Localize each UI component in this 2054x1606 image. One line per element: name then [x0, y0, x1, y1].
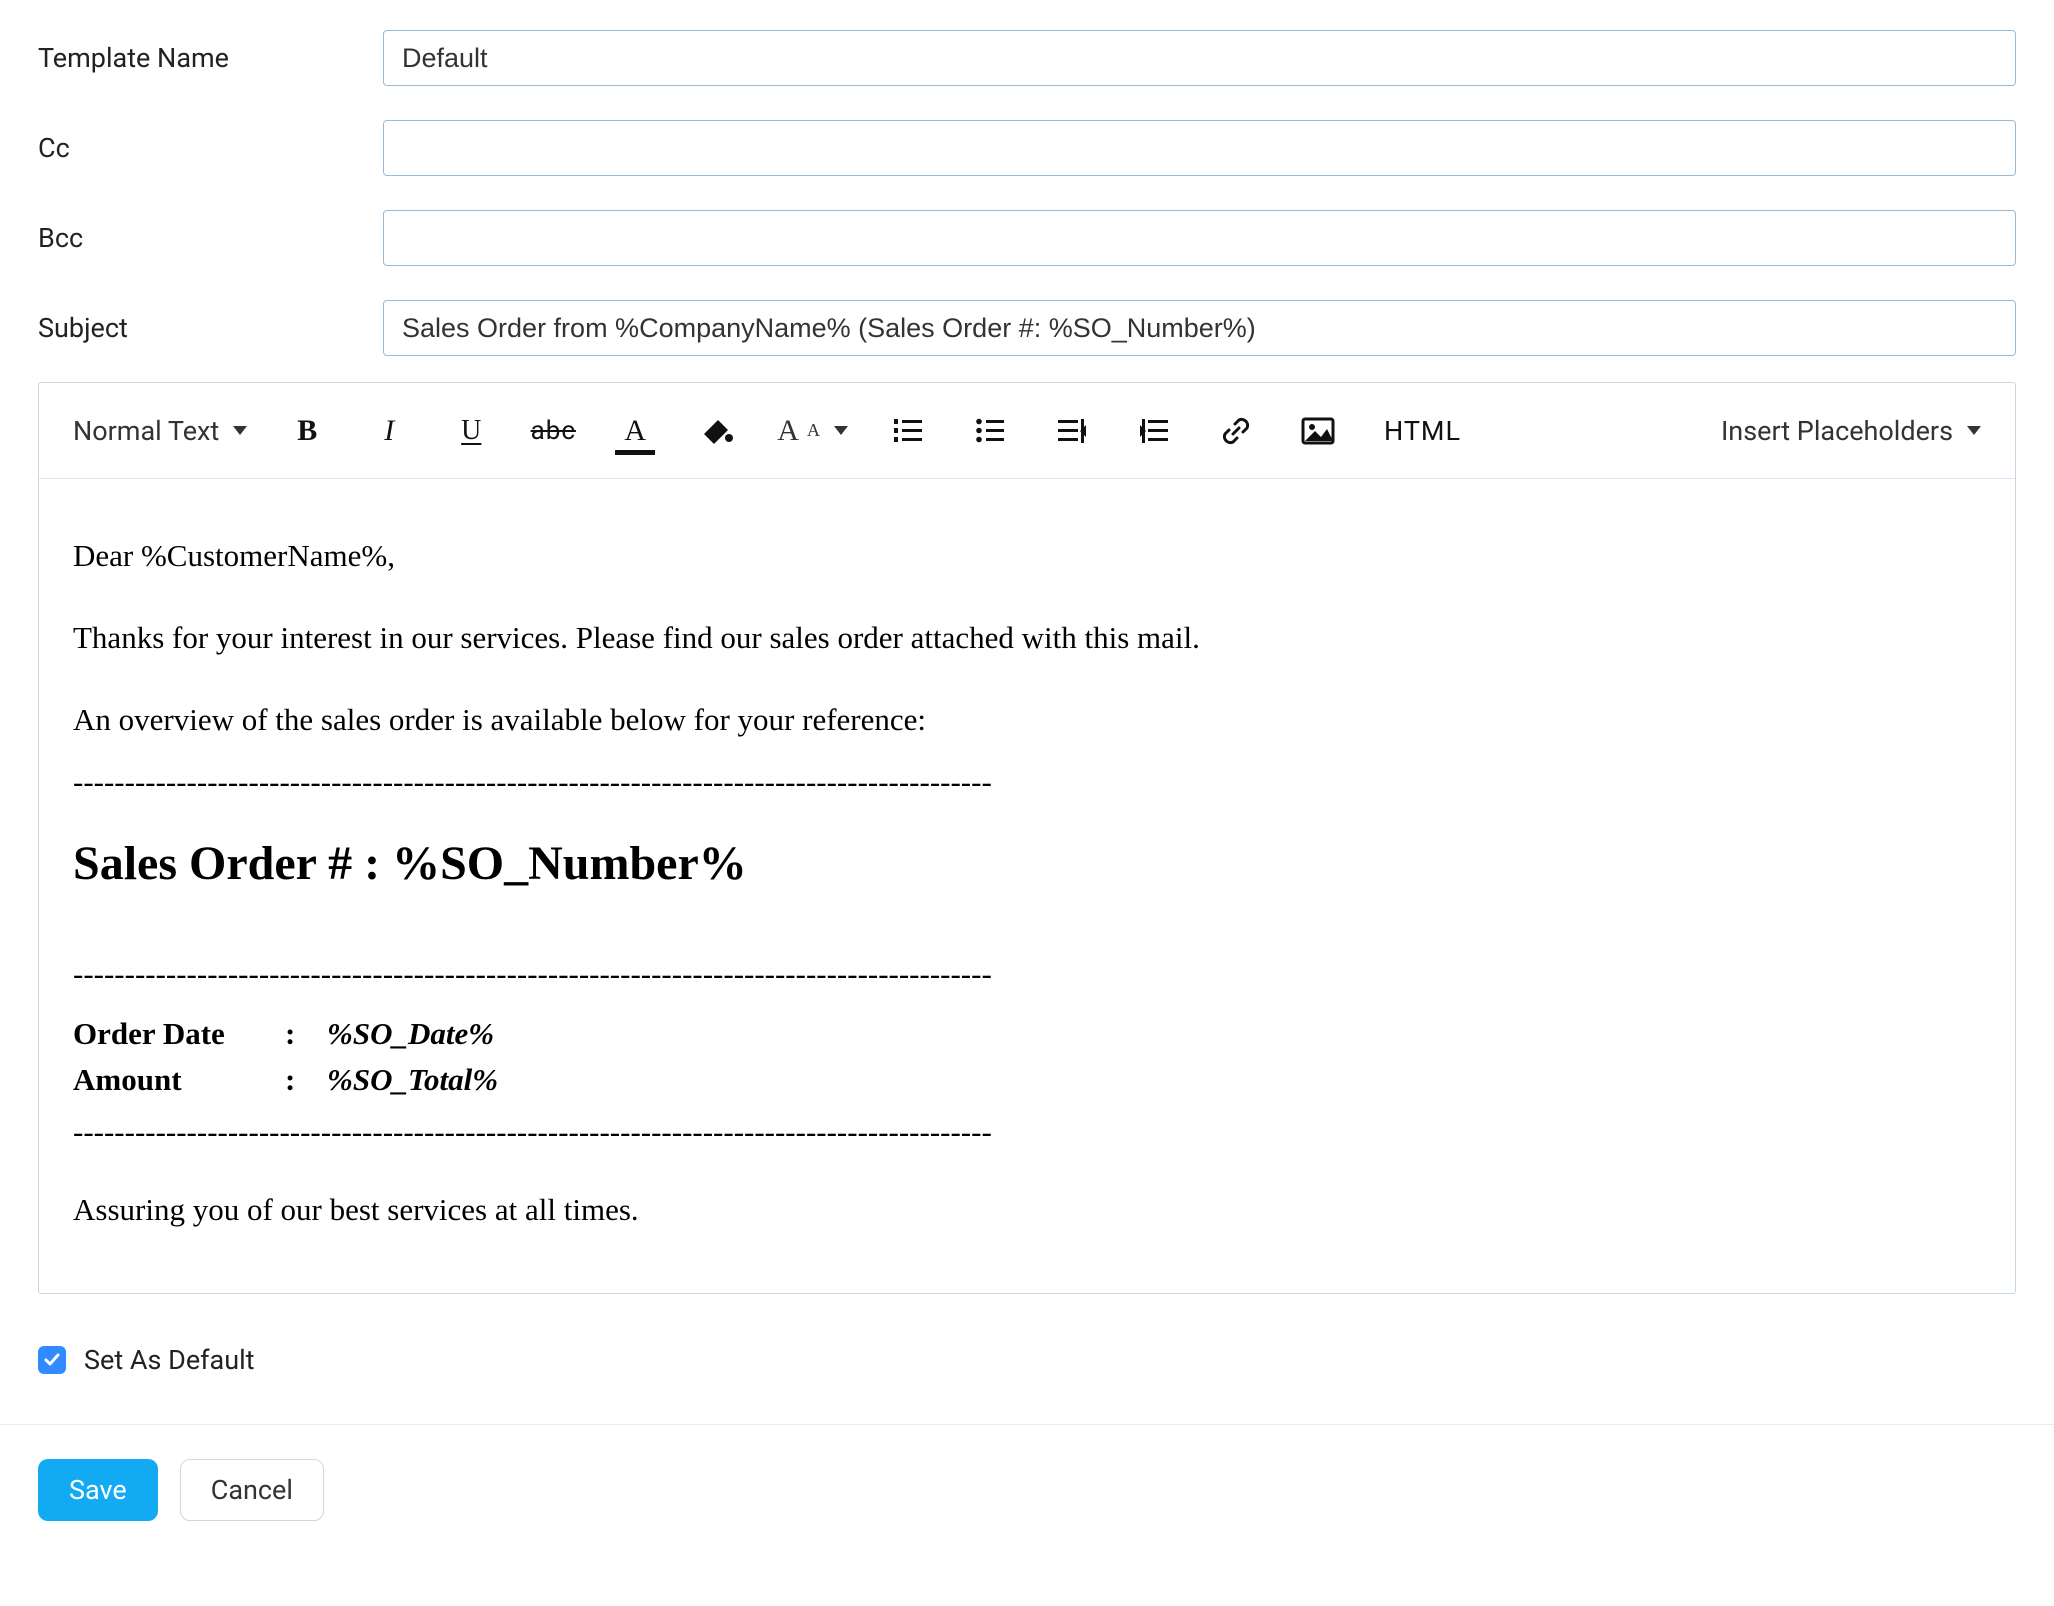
insert-placeholders-dropdown[interactable]: Insert Placeholders	[1721, 415, 1981, 447]
set-as-default-label: Set As Default	[84, 1344, 255, 1376]
subject-label: Subject	[38, 312, 383, 344]
chevron-down-icon	[1967, 426, 1981, 435]
text-style-dropdown[interactable]: Normal Text	[73, 415, 247, 447]
template-name-label: Template Name	[38, 42, 383, 74]
body-greeting: Dear %CustomerName%,	[73, 535, 1981, 577]
check-icon	[43, 1351, 61, 1369]
amount-row: Amount : %SO_Total%	[73, 1059, 1981, 1101]
subject-input[interactable]	[383, 300, 2016, 356]
cancel-button[interactable]: Cancel	[180, 1459, 324, 1521]
link-button[interactable]	[1214, 409, 1258, 453]
ordered-list-button[interactable]	[886, 409, 930, 453]
text-color-button[interactable]: A	[613, 409, 657, 453]
save-button[interactable]: Save	[38, 1459, 158, 1521]
order-date-value: %SO_Date%	[327, 1013, 494, 1055]
indent-button[interactable]	[1132, 409, 1176, 453]
editor-toolbar: Normal Text B I U abc A AA	[39, 383, 2015, 479]
body-assurance: Assuring you of our best services at all…	[73, 1189, 1981, 1231]
cc-input[interactable]	[383, 120, 2016, 176]
insert-placeholders-label: Insert Placeholders	[1721, 415, 1953, 447]
chevron-down-icon	[834, 426, 848, 435]
font-size-dropdown[interactable]: AA	[777, 414, 848, 448]
body-separator: ----------------------------------------…	[73, 953, 1981, 995]
chevron-down-icon	[233, 426, 247, 435]
order-date-label: Order Date	[73, 1013, 263, 1055]
indent-icon	[1138, 417, 1170, 445]
image-button[interactable]	[1296, 409, 1340, 453]
amount-label: Amount	[73, 1059, 263, 1101]
unordered-list-button[interactable]	[968, 409, 1012, 453]
link-icon	[1220, 415, 1252, 447]
editor-body[interactable]: Dear %CustomerName%, Thanks for your int…	[39, 479, 2015, 1293]
highlight-color-button[interactable]	[695, 409, 739, 453]
image-icon	[1301, 417, 1335, 445]
bold-button[interactable]: B	[285, 409, 329, 453]
outdent-icon	[1056, 417, 1088, 445]
html-source-button[interactable]: HTML	[1378, 409, 1467, 453]
body-overview-line: An overview of the sales order is availa…	[73, 699, 1981, 741]
body-separator: ----------------------------------------…	[73, 761, 1981, 803]
bcc-input[interactable]	[383, 210, 2016, 266]
strikethrough-button[interactable]: abc	[531, 409, 575, 453]
set-as-default-checkbox[interactable]	[38, 1346, 66, 1374]
template-name-input[interactable]	[383, 30, 2016, 86]
bcc-label: Bcc	[38, 222, 383, 254]
outdent-button[interactable]	[1050, 409, 1094, 453]
italic-button[interactable]: I	[367, 409, 411, 453]
body-regards-truncated: Regards	[73, 1292, 1981, 1293]
ordered-list-icon	[892, 417, 924, 445]
footer-divider	[0, 1424, 2054, 1425]
body-separator: ----------------------------------------…	[73, 1111, 1981, 1153]
paint-bucket-icon	[700, 416, 734, 446]
text-style-dropdown-label: Normal Text	[73, 415, 219, 447]
order-date-row: Order Date : %SO_Date%	[73, 1013, 1981, 1055]
rich-text-editor: Normal Text B I U abc A AA	[38, 382, 2016, 1294]
underline-button[interactable]: U	[449, 409, 493, 453]
unordered-list-icon	[974, 417, 1006, 445]
amount-value: %SO_Total%	[327, 1059, 498, 1101]
cc-label: Cc	[38, 132, 383, 164]
body-intro: Thanks for your interest in our services…	[73, 617, 1981, 659]
body-heading: Sales Order # : %SO_Number%	[73, 832, 1981, 897]
